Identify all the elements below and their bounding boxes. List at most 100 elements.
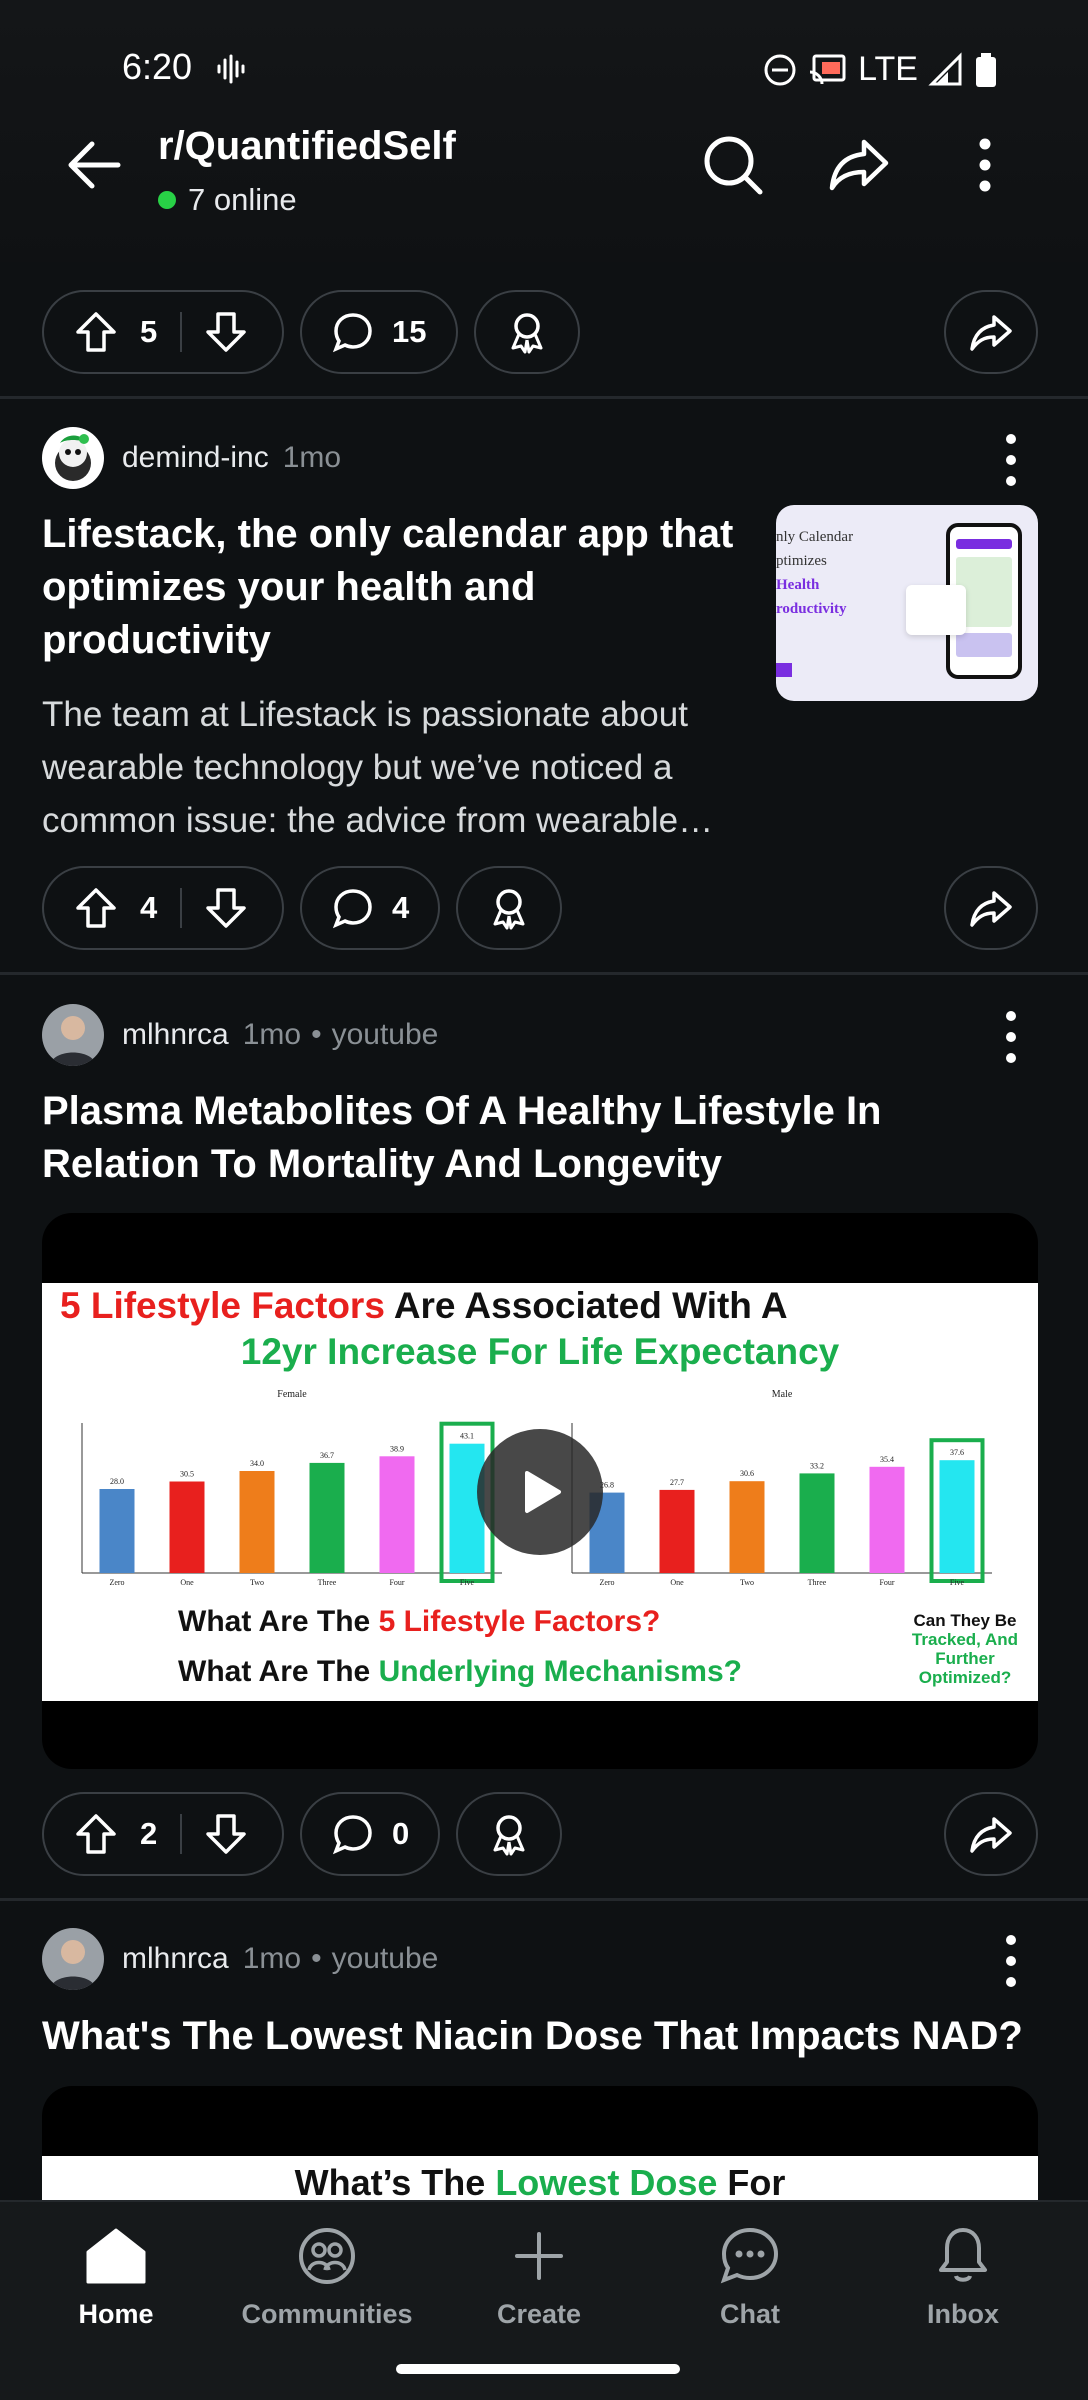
- audio-wave-icon: [217, 54, 245, 84]
- play-button[interactable]: [477, 1429, 603, 1555]
- video-headline: What’s The Lowest Dose For: [294, 2162, 786, 2203]
- chart-bar: [869, 1466, 905, 1573]
- video-player[interactable]: 5 Lifestyle Factors Are Associated With …: [42, 1213, 1038, 1769]
- post-title[interactable]: What's The Lowest Niacin Dose That Impac…: [42, 2010, 1042, 2063]
- nav-chat[interactable]: Chat: [660, 2226, 840, 2330]
- post-header: mlhnrca 1mo • youtube: [42, 1004, 438, 1066]
- share-button[interactable]: [944, 290, 1038, 374]
- home-indicator[interactable]: [396, 2364, 680, 2374]
- nav-label: Create: [496, 2299, 582, 2329]
- chart-category-label: One: [180, 1578, 194, 1587]
- video-subheadline: 12yr Increase For Life Expectancy: [240, 1331, 840, 1372]
- chart-data-label: 30.5: [180, 1470, 194, 1479]
- subreddit-name[interactable]: r/QuantifiedSelf: [158, 124, 456, 169]
- share-button[interactable]: [944, 1792, 1038, 1876]
- comment-count: 4: [392, 890, 410, 925]
- award-icon: [493, 889, 525, 930]
- back-arrow-icon[interactable]: [60, 130, 130, 200]
- share-icon[interactable]: [824, 130, 894, 200]
- post-options-icon[interactable]: [996, 1002, 1026, 1072]
- award-button[interactable]: [474, 290, 580, 374]
- search-icon[interactable]: [698, 130, 768, 200]
- vote-pill: 5: [42, 290, 284, 374]
- chat-icon: [720, 2227, 779, 2284]
- upvote-icon[interactable]: [74, 1812, 118, 1856]
- more-options-icon[interactable]: [950, 130, 1020, 200]
- chart-data-label: 36.7: [320, 1451, 334, 1460]
- vote-separator: [180, 312, 182, 352]
- network-type: LTE: [858, 50, 918, 88]
- subreddit-header: r/QuantifiedSelf 7 online: [0, 110, 1088, 230]
- nav-communities[interactable]: Communities: [237, 2226, 417, 2330]
- comments-button[interactable]: 4: [300, 866, 440, 950]
- post-source[interactable]: youtube: [332, 1942, 439, 1976]
- post-age: 1mo: [282, 441, 342, 474]
- battery-icon: [976, 52, 996, 87]
- chart-category-label: Five: [460, 1578, 475, 1587]
- chart-category-label: Zero: [599, 1578, 614, 1587]
- chart-data-label: 35.4: [880, 1455, 894, 1464]
- post-divider: [0, 972, 1088, 975]
- chart-category-label: Three: [808, 1578, 827, 1587]
- chart-data-label: 33.2: [810, 1461, 824, 1470]
- chart-data-label: 37.6: [950, 1448, 964, 1457]
- post-source[interactable]: youtube: [332, 1018, 439, 1052]
- post-author[interactable]: demind-inc: [122, 441, 269, 475]
- downvote-icon[interactable]: [204, 886, 248, 930]
- post-body[interactable]: The team at Lifestack is passionate abou…: [42, 688, 752, 847]
- comments-button[interactable]: 15: [300, 290, 458, 374]
- nav-home[interactable]: Home: [26, 2226, 206, 2330]
- home-icon: [86, 2228, 146, 2284]
- nav-inbox[interactable]: Inbox: [873, 2226, 1053, 2330]
- share-icon: [970, 315, 1012, 351]
- award-icon: [511, 313, 543, 354]
- chart-data-label: 30.6: [740, 1469, 754, 1478]
- post-title[interactable]: Plasma Metabolites Of A Healthy Lifestyl…: [42, 1085, 1002, 1191]
- share-icon: [970, 1817, 1012, 1853]
- share-icon: [970, 891, 1012, 927]
- status-bar: 6:20 LTE: [0, 40, 1088, 96]
- upvote-icon[interactable]: [74, 310, 118, 354]
- chart-category-label: One: [670, 1578, 684, 1587]
- plus-icon: [515, 2232, 563, 2280]
- comment-icon: [332, 313, 372, 353]
- downvote-icon[interactable]: [204, 1812, 248, 1856]
- comment-count: 15: [392, 314, 427, 349]
- screen: 6:20 LTE r/QuantifiedSelf 7 online 5 15 …: [0, 0, 1088, 2400]
- chart-bar: [799, 1473, 835, 1573]
- avatar[interactable]: [42, 1928, 104, 1990]
- post-thumbnail[interactable]: nly Calendar ptimizes Health roductivity: [776, 505, 1038, 701]
- status-time: 6:20: [122, 46, 193, 87]
- post-options-icon[interactable]: [996, 425, 1026, 495]
- chart-bar: [169, 1481, 205, 1573]
- app-header: 6:20 LTE r/QuantifiedSelf 7 online: [0, 0, 1088, 262]
- award-button[interactable]: [456, 866, 562, 950]
- cast-icon: [810, 54, 846, 84]
- upvote-icon[interactable]: [74, 886, 118, 930]
- thumbnail-text: nly Calendar ptimizes Health roductivity: [776, 529, 854, 617]
- share-button[interactable]: [944, 866, 1038, 950]
- status-icons: LTE: [762, 50, 998, 89]
- post-author[interactable]: mlhnrca: [122, 1942, 229, 1976]
- upvote-count: 5: [140, 314, 158, 349]
- chart-category-label: Five: [950, 1578, 965, 1587]
- post-age: 1mo: [242, 1018, 302, 1051]
- chart-bar: [659, 1489, 695, 1573]
- online-count: 7 online: [158, 182, 297, 218]
- chart-category-label: Zero: [109, 1578, 124, 1587]
- comments-button[interactable]: 0: [300, 1792, 440, 1876]
- post-header: demind-inc 1mo: [42, 427, 341, 489]
- avatar[interactable]: [42, 427, 104, 489]
- signal-icon: [928, 51, 962, 85]
- online-label: 7 online: [188, 182, 297, 217]
- video-side-note: Can They Be Tracked, And Further Optimiz…: [911, 1611, 1019, 1687]
- nav-create[interactable]: Create: [449, 2226, 629, 2330]
- chart-data-label: 43.1: [460, 1432, 474, 1441]
- award-button[interactable]: [456, 1792, 562, 1876]
- vote-separator: [180, 1814, 182, 1854]
- post-author[interactable]: mlhnrca: [122, 1018, 229, 1052]
- post-title[interactable]: Lifestack, the only calendar app that op…: [42, 508, 752, 667]
- post-options-icon[interactable]: [996, 1926, 1026, 1996]
- avatar[interactable]: [42, 1004, 104, 1066]
- downvote-icon[interactable]: [204, 310, 248, 354]
